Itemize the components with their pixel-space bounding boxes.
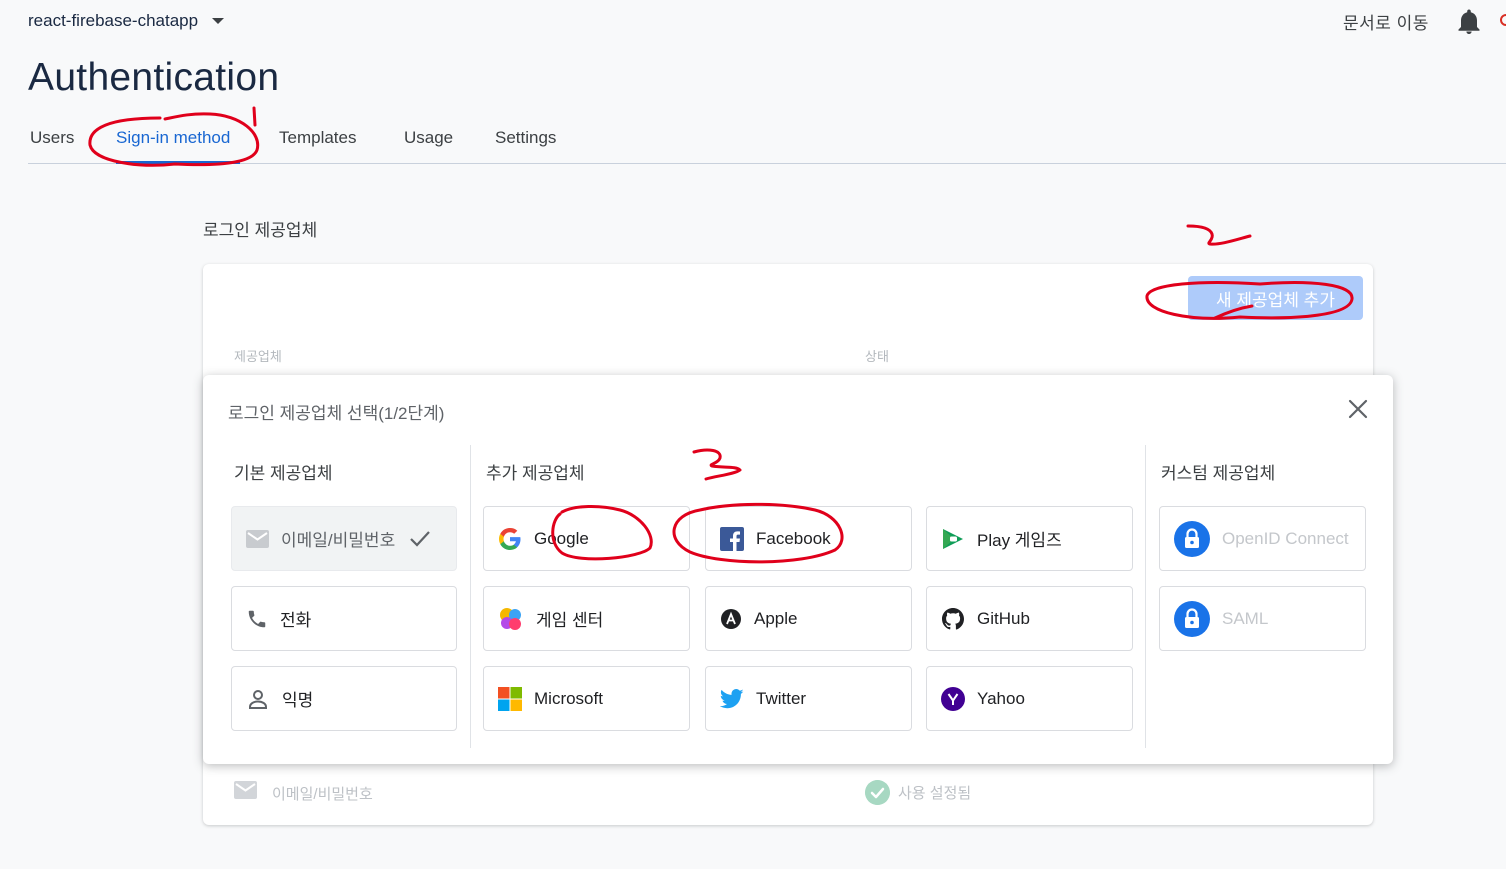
- provider-label: GitHub: [977, 608, 1030, 628]
- top-bar: react-firebase-chatapp 문서로 이동: [0, 0, 1506, 44]
- add-provider-button[interactable]: 새 제공업체 추가: [1188, 276, 1363, 320]
- provider-label: 전화: [280, 611, 312, 630]
- provider-label: SAML: [1222, 608, 1269, 628]
- check-circle-icon: [865, 780, 890, 805]
- group-label-additional: 추가 제공업체: [486, 464, 585, 483]
- yahoo-icon: [941, 686, 965, 711]
- close-icon[interactable]: [1346, 397, 1370, 421]
- select-provider-dialog: 로그인 제공업체 선택(1/2단계) 기본 제공업체 추가 제공업체 커스텀 제…: [203, 375, 1393, 764]
- group-divider: [470, 445, 471, 748]
- provider-label: 익명: [282, 691, 314, 710]
- mail-icon: [246, 529, 269, 548]
- table-row[interactable]: 이메일/비밀번호 사용 설정됨: [203, 764, 1373, 824]
- tab-settings[interactable]: Settings: [495, 128, 556, 148]
- project-name: react-firebase-chatapp: [28, 11, 199, 30]
- twitter-icon: [720, 688, 744, 708]
- page-title: Authentication: [28, 56, 280, 99]
- facebook-icon: [720, 526, 744, 551]
- play-games-icon: [943, 528, 963, 549]
- caret-down-icon: [212, 18, 225, 24]
- provider-play-games[interactable]: Play 게임즈: [926, 506, 1133, 571]
- group-label-native: 기본 제공업체: [234, 464, 333, 483]
- provider-label: Play 게임즈: [977, 531, 1062, 550]
- active-tab-indicator: [116, 161, 240, 164]
- annotation-mark: [1186, 224, 1252, 246]
- provider-facebook[interactable]: Facebook: [705, 506, 912, 571]
- microsoft-icon: [498, 686, 522, 711]
- lock-icon: [1174, 600, 1210, 637]
- provider-label: Apple: [754, 608, 798, 628]
- tab-users[interactable]: Users: [30, 128, 74, 148]
- provider-label: Microsoft: [534, 688, 603, 708]
- group-divider: [1145, 445, 1146, 748]
- dialog-title: 로그인 제공업체 선택(1/2단계): [228, 404, 445, 423]
- provider-google[interactable]: Google: [483, 506, 690, 571]
- provider-github[interactable]: GitHub: [926, 586, 1133, 651]
- avatar[interactable]: [1500, 14, 1506, 26]
- provider-microsoft[interactable]: Microsoft: [483, 666, 690, 731]
- person-icon: [249, 689, 267, 709]
- project-selector[interactable]: react-firebase-chatapp: [28, 11, 225, 31]
- provider-apple[interactable]: Apple: [705, 586, 912, 651]
- docs-link[interactable]: 문서로 이동: [1343, 9, 1429, 34]
- provider-phone[interactable]: 전화: [231, 586, 457, 651]
- apple-icon: [721, 608, 741, 629]
- section-heading: 로그인 제공업체: [203, 221, 318, 240]
- tab-usage[interactable]: Usage: [404, 128, 453, 148]
- game-center-icon: [500, 607, 521, 630]
- provider-openid-connect[interactable]: OpenID Connect: [1159, 506, 1366, 571]
- row-status: 사용 설정됨: [898, 785, 972, 802]
- bell-icon[interactable]: [1457, 9, 1481, 35]
- provider-label: OpenID Connect: [1222, 528, 1349, 548]
- provider-saml[interactable]: SAML: [1159, 586, 1366, 651]
- provider-label: 게임 센터: [536, 611, 604, 630]
- mail-icon: [234, 781, 257, 799]
- phone-icon: [248, 610, 266, 627]
- provider-yahoo[interactable]: Yahoo: [926, 666, 1133, 731]
- github-icon: [942, 607, 964, 630]
- provider-twitter[interactable]: Twitter: [705, 666, 912, 731]
- tab-templates[interactable]: Templates: [279, 128, 356, 148]
- tab-bar: Users Sign-in method Templates Usage Set…: [28, 118, 1506, 164]
- provider-label: Facebook: [756, 528, 831, 548]
- provider-label: 이메일/비밀번호: [281, 531, 396, 550]
- provider-email-password[interactable]: 이메일/비밀번호: [231, 506, 457, 571]
- google-icon: [499, 527, 521, 550]
- provider-label: Twitter: [756, 688, 807, 708]
- provider-label: Yahoo: [977, 688, 1025, 708]
- provider-game-center[interactable]: 게임 센터: [483, 586, 690, 651]
- column-header-status: 상태: [865, 349, 889, 364]
- group-label-custom: 커스텀 제공업체: [1161, 464, 1276, 483]
- check-icon: [410, 530, 431, 547]
- row-provider-name: 이메일/비밀번호: [272, 786, 373, 803]
- lock-icon: [1174, 520, 1210, 557]
- provider-anonymous[interactable]: 익명: [231, 666, 457, 731]
- column-header-provider: 제공업체: [234, 349, 282, 364]
- tab-sign-in-method[interactable]: Sign-in method: [116, 128, 230, 148]
- provider-label: Google: [534, 528, 589, 548]
